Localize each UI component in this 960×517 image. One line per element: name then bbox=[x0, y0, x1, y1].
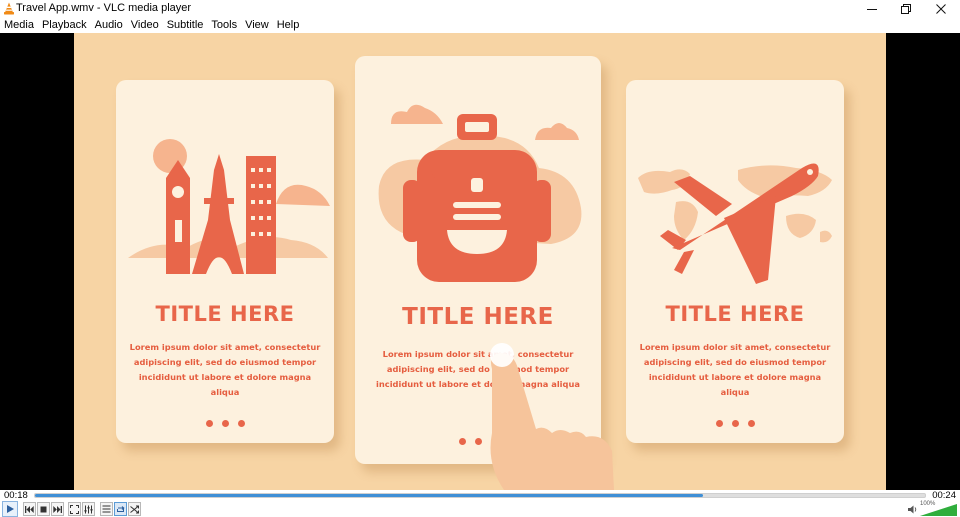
menu-view[interactable]: View bbox=[241, 18, 273, 33]
video-frame: TITLE HERE Lorem ipsum dolor sit amet, c… bbox=[74, 33, 886, 490]
loop-icon bbox=[117, 505, 125, 512]
page-dot bbox=[731, 420, 739, 427]
menu-playback[interactable]: Playback bbox=[38, 18, 91, 33]
backpack-icon bbox=[378, 104, 582, 282]
shuffle-icon bbox=[130, 505, 139, 513]
close-button[interactable] bbox=[924, 0, 958, 18]
menu-media[interactable]: Media bbox=[0, 18, 38, 33]
vlc-cone-icon bbox=[4, 2, 14, 15]
shuffle-button[interactable] bbox=[128, 502, 141, 516]
menu-video[interactable]: Video bbox=[127, 18, 163, 33]
card-title: TITLE HERE bbox=[402, 304, 554, 330]
restore-button[interactable] bbox=[889, 0, 923, 18]
page-dot bbox=[458, 438, 466, 445]
seek-row: 00:18 00:24 bbox=[0, 490, 960, 501]
airplane-icon bbox=[638, 163, 832, 284]
video-surface[interactable]: TITLE HERE Lorem ipsum dolor sit amet, c… bbox=[0, 33, 960, 490]
minimize-button[interactable] bbox=[855, 0, 889, 18]
next-button[interactable] bbox=[51, 502, 64, 516]
title-bar: Travel App.wmv - VLC media player bbox=[0, 0, 960, 18]
play-button[interactable] bbox=[2, 501, 18, 517]
page-dot bbox=[474, 438, 482, 445]
page-dot bbox=[221, 420, 229, 427]
extended-settings-button[interactable] bbox=[82, 502, 95, 516]
close-icon bbox=[936, 4, 946, 14]
page-dot bbox=[237, 420, 245, 427]
minimize-icon bbox=[867, 9, 877, 10]
restore-icon bbox=[901, 4, 911, 14]
menu-audio[interactable]: Audio bbox=[91, 18, 127, 33]
elapsed-time[interactable]: 00:18 bbox=[4, 490, 28, 501]
landmarks-icon bbox=[128, 139, 330, 274]
playlist-button[interactable] bbox=[100, 502, 113, 516]
onboarding-card-left: TITLE HERE Lorem ipsum dolor sit amet, c… bbox=[116, 80, 334, 443]
page-dot bbox=[205, 420, 213, 427]
card-title: TITLE HERE bbox=[155, 302, 295, 326]
menu-tools[interactable]: Tools bbox=[207, 18, 241, 33]
speaker-icon[interactable] bbox=[907, 504, 919, 515]
card-body: Lorem ipsum dolor sit amet, consectetur … bbox=[376, 349, 580, 389]
menu-help[interactable]: Help bbox=[273, 18, 304, 33]
skip-previous-icon bbox=[25, 505, 34, 513]
card-title: TITLE HERE bbox=[665, 302, 805, 326]
vlc-window: Travel App.wmv - VLC media player Media … bbox=[0, 0, 960, 517]
equalizer-icon bbox=[84, 505, 93, 513]
previous-button[interactable] bbox=[23, 502, 36, 516]
page-indicator bbox=[355, 438, 601, 445]
seek-bar[interactable] bbox=[34, 493, 926, 498]
window-title: Travel App.wmv - VLC media player bbox=[16, 2, 192, 14]
fullscreen-icon bbox=[70, 504, 79, 514]
page-dot bbox=[490, 438, 498, 445]
page-indicator bbox=[116, 420, 334, 427]
page-indicator bbox=[626, 420, 844, 427]
page-dot bbox=[747, 420, 755, 427]
card-body: Lorem ipsum dolor sit amet, consectetur … bbox=[639, 342, 831, 397]
stop-button[interactable] bbox=[37, 502, 50, 516]
total-time[interactable]: 00:24 bbox=[932, 490, 956, 501]
volume-percent: 100% bbox=[920, 501, 936, 507]
seek-progress bbox=[35, 494, 703, 497]
skip-next-icon bbox=[53, 505, 62, 513]
stop-icon bbox=[40, 506, 47, 512]
play-icon bbox=[7, 505, 14, 513]
playlist-icon bbox=[102, 505, 111, 513]
menu-bar: Media Playback Audio Video Subtitle Tool… bbox=[0, 18, 960, 33]
control-bar: 100% bbox=[0, 501, 960, 517]
onboarding-card-right: TITLE HERE Lorem ipsum dolor sit amet, c… bbox=[626, 80, 844, 443]
card-body: Lorem ipsum dolor sit amet, consectetur … bbox=[129, 342, 321, 397]
menu-subtitle[interactable]: Subtitle bbox=[163, 18, 208, 33]
fullscreen-button[interactable] bbox=[68, 502, 81, 516]
onboarding-card-center: TITLE HERE Lorem ipsum dolor sit amet, c… bbox=[355, 56, 601, 464]
loop-button[interactable] bbox=[114, 502, 127, 516]
page-dot bbox=[715, 420, 723, 427]
